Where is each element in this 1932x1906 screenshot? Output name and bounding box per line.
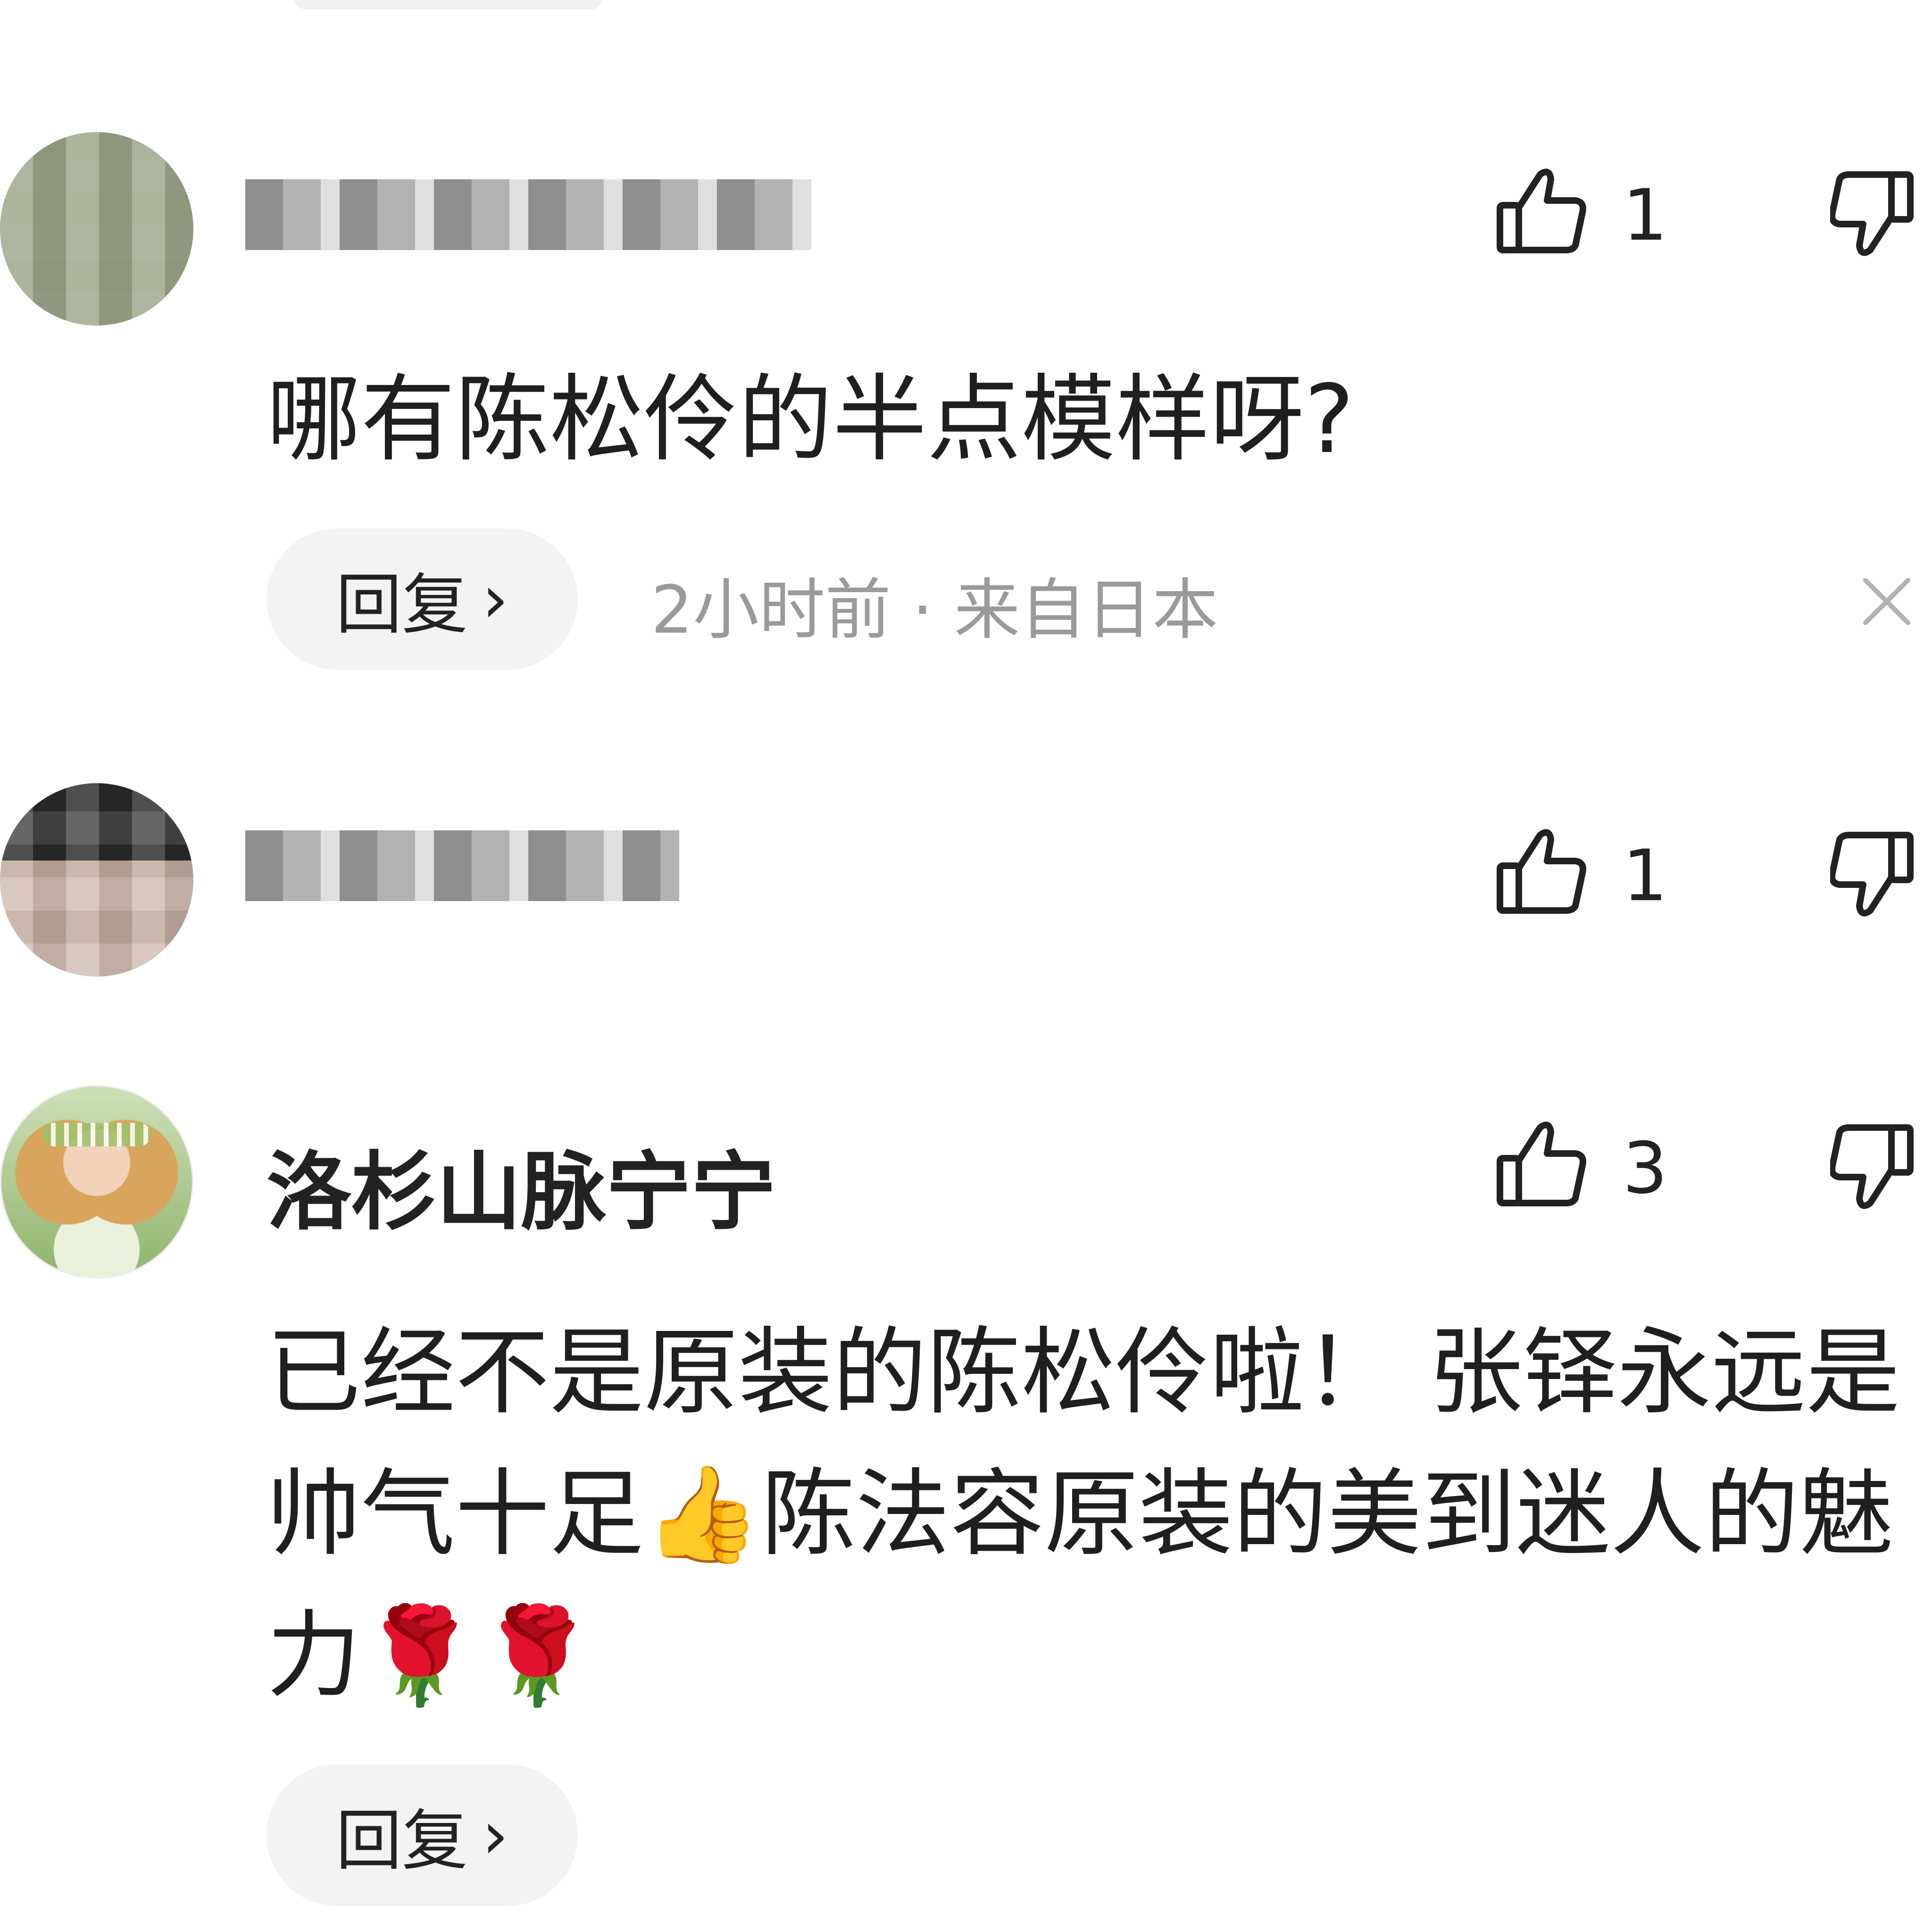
thumbs-down-icon[interactable] (1830, 1123, 1915, 1212)
reply-button[interactable]: 回复 › (266, 528, 578, 670)
user-avatar[interactable] (0, 1085, 193, 1279)
reply-button[interactable]: 回复 › (266, 1764, 578, 1906)
close-icon[interactable] (1858, 573, 1915, 630)
thumbs-up-icon[interactable] (1495, 1118, 1590, 1208)
comment-text-line-3: 力🌹🌹 (266, 1601, 596, 1711)
chevron-right-icon: › (482, 560, 508, 638)
username-redacted[interactable] (245, 830, 679, 901)
flower-crown-icon (42, 1123, 151, 1146)
chevron-right-icon: › (482, 1797, 508, 1874)
username[interactable]: 洛杉山脉宁宁 (266, 1123, 776, 1246)
like-count: 3 (1623, 1128, 1668, 1210)
thumbs-down-icon[interactable] (1830, 170, 1915, 259)
user-avatar[interactable] (0, 132, 193, 326)
like-count: 1 (1623, 175, 1668, 257)
previous-reply-chip-fragment (292, 0, 604, 9)
comment-meta: 2小时前 · 来自日本 (651, 572, 1218, 649)
comment-text-line-2: 帅气十足👍陈法容原装的美到迷人的魅 (266, 1459, 1894, 1569)
comment-text: 哪有陈松伶的半点模样呀? (266, 365, 1355, 475)
thumbs-down-icon[interactable] (1830, 830, 1915, 920)
thumbs-up-icon[interactable] (1495, 165, 1590, 255)
reply-label: 回复 (335, 567, 468, 644)
user-avatar[interactable] (0, 783, 193, 977)
like-count: 1 (1623, 835, 1668, 917)
reply-label: 回复 (335, 1803, 468, 1880)
comment-text-line-1: 已经不是原装的陈松伶啦！ 张铎永远是 (266, 1318, 1900, 1428)
username-redacted[interactable] (245, 179, 811, 250)
thumbs-up-icon[interactable] (1495, 826, 1590, 915)
